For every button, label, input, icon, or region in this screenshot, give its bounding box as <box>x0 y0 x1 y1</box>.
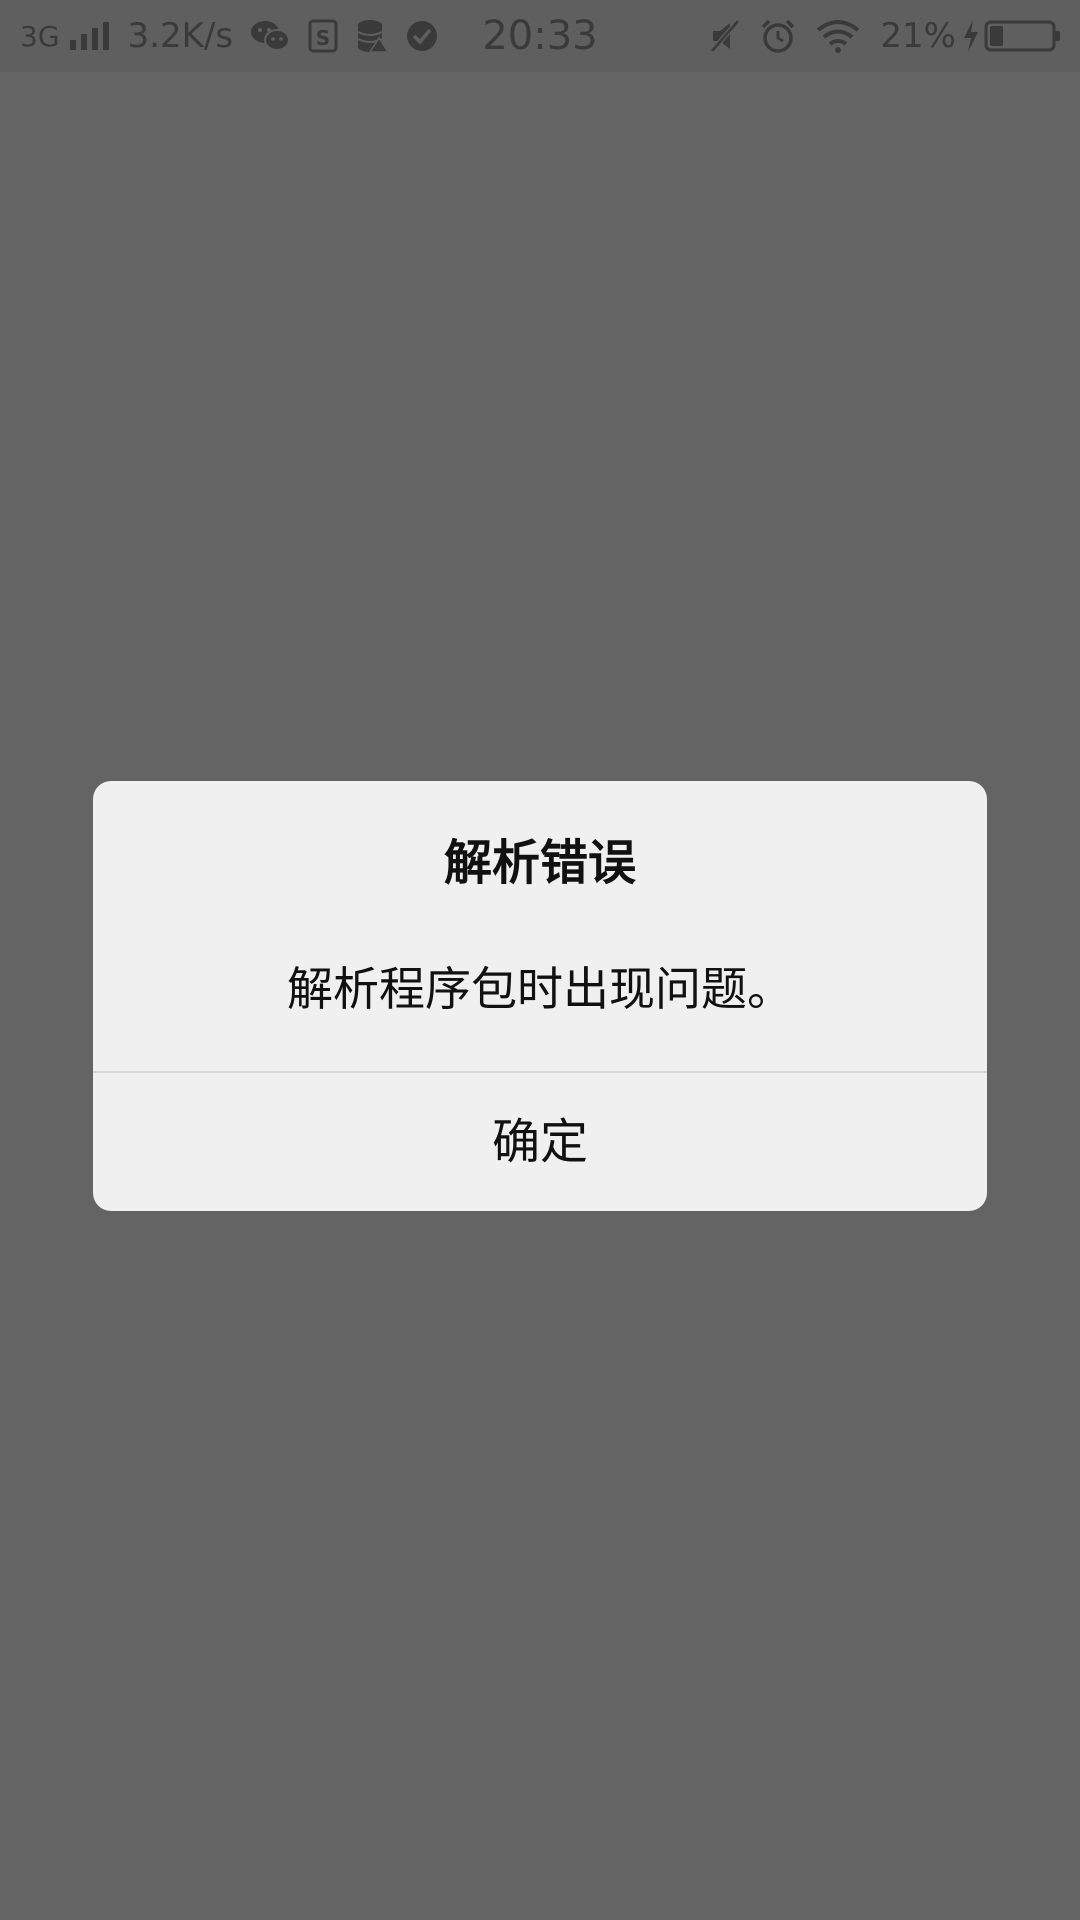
battery-percent: 21% <box>880 16 956 56</box>
mute-icon <box>708 19 742 53</box>
screen: 3G 3.2K/s S 20:33 21% 解析错误 解析程序包时出现问题。 确… <box>0 0 1080 1920</box>
dialog-message: 解析程序包时出现问题。 <box>287 962 793 1016</box>
status-bar-right: 21% <box>690 0 1062 72</box>
battery-icon <box>984 19 1062 53</box>
check-circle-icon <box>405 19 439 53</box>
wechat-icon <box>249 18 291 54</box>
status-bar: 3G 3.2K/s S 20:33 21% <box>0 0 1080 72</box>
network-speed: 3.2K/s <box>127 16 234 56</box>
parse-error-dialog: 解析错误 解析程序包时出现问题。 确定 <box>93 781 987 1211</box>
wifi-icon <box>814 18 862 54</box>
signal-icon <box>68 20 112 52</box>
charging-icon <box>962 19 980 53</box>
confirm-button[interactable]: 确定 <box>93 1073 987 1211</box>
dialog-title: 解析错误 <box>443 835 636 891</box>
battery-fill <box>990 26 1003 46</box>
s-app-icon: S <box>307 18 339 54</box>
network-type: 3G <box>20 19 60 53</box>
alarm-icon <box>760 18 796 54</box>
status-bar-left: 3G 3.2K/s S <box>20 0 455 72</box>
network-indicator: 3G <box>20 20 112 53</box>
database-icon <box>355 18 390 54</box>
svg-text:S: S <box>316 26 330 50</box>
